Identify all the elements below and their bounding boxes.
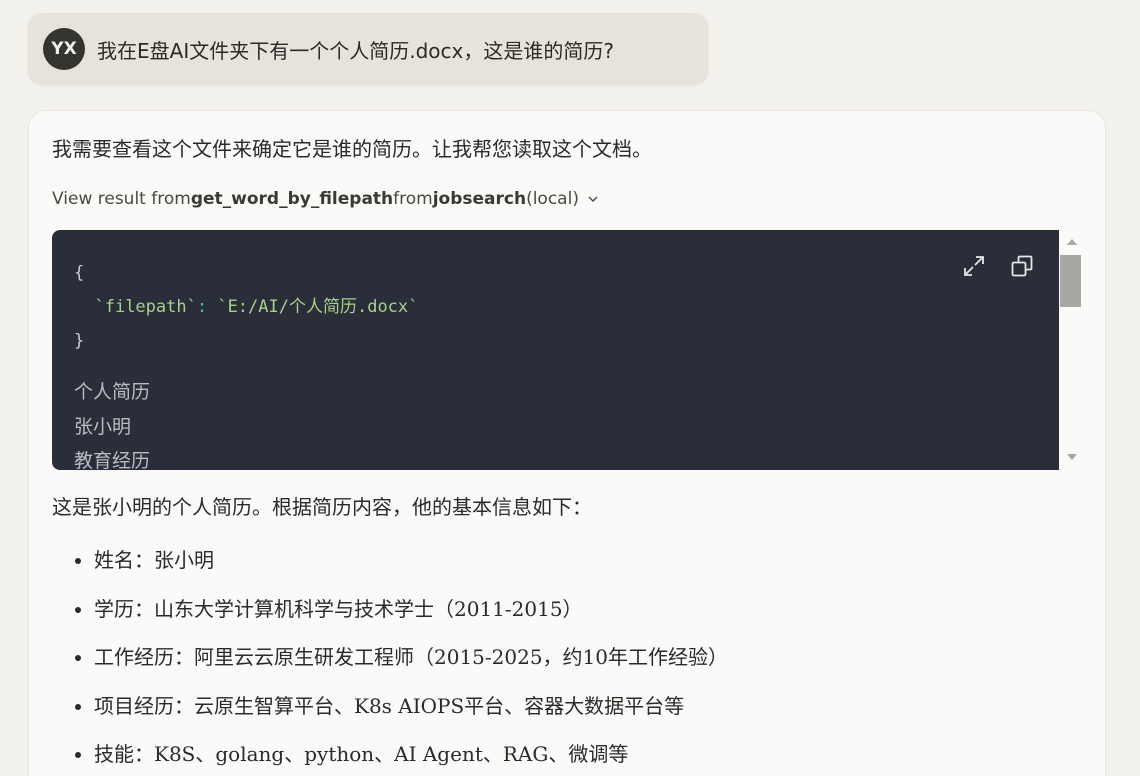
- scroll-thumb[interactable]: [1060, 255, 1081, 307]
- list-item: 项目经历：云原生智算平台、K8s AIOPS平台、容器大数据平台等: [52, 682, 728, 731]
- expand-button[interactable]: [960, 252, 988, 280]
- scroll-down-arrow-icon[interactable]: [1066, 452, 1078, 462]
- code-key: `filepath`: [94, 297, 197, 317]
- tool-prefix: View result from: [52, 189, 191, 209]
- code-open-brace: {: [74, 263, 85, 283]
- list-item: 姓名：张小明: [52, 536, 728, 585]
- user-avatar[interactable]: YX: [43, 28, 85, 70]
- code-colon: :: [196, 297, 218, 317]
- tool-suffix: (local): [526, 189, 579, 209]
- chevron-down-icon[interactable]: [587, 193, 599, 205]
- result-line: 教育经历: [74, 450, 151, 470]
- copy-icon: [1011, 255, 1033, 277]
- info-list: 姓名：张小明 学历：山东大学计算机科学与技术学士（2011-2015） 工作经历…: [52, 536, 728, 776]
- tool-middle: from: [393, 189, 433, 209]
- expand-icon: [964, 256, 984, 276]
- tool-name: get_word_by_filepath: [190, 189, 394, 209]
- copy-button[interactable]: [1008, 252, 1036, 280]
- assistant-message: 我需要查看这个文件来确定它是谁的简历。让我帮您读取这个文档。 View resu…: [28, 110, 1106, 776]
- list-item: 学历：山东大学计算机科学与技术学士（2011-2015）: [52, 585, 728, 634]
- user-message-text: 我在E盘AI文件夹下有一个个人简历.docx，这是谁的简历?: [97, 38, 614, 63]
- tool-server: jobsearch: [432, 189, 527, 209]
- scroll-up-arrow-icon[interactable]: [1066, 237, 1078, 247]
- assistant-intro-text: 我需要查看这个文件来确定它是谁的简历。让我帮您读取这个文档。: [52, 137, 652, 161]
- summary-text: 这是张小明的个人简历。根据简历内容，他的基本信息如下：: [52, 495, 592, 519]
- user-message-bubble: YX 我在E盘AI文件夹下有一个个人简历.docx，这是谁的简历?: [28, 13, 708, 85]
- result-text: 个人简历 张小明 教育经历: [74, 375, 150, 470]
- result-scrollbar[interactable]: [1059, 230, 1085, 470]
- tool-result-toggle[interactable]: View result from get_word_by_filepath fr…: [52, 189, 599, 209]
- tool-result-panel: { `filepath`: `E:/AI/个人简历.docx` } 个人简历 张…: [52, 230, 1059, 470]
- list-item: 技能：K8S、golang、python、AI Agent、RAG、微调等: [52, 730, 728, 776]
- code-close-brace: }: [74, 331, 85, 351]
- code-block: { `filepath`: `E:/AI/个人简历.docx` }: [74, 256, 418, 358]
- code-value: `E:/AI/个人简历.docx`: [217, 297, 419, 317]
- result-line: 个人简历: [74, 381, 151, 403]
- result-line: 张小明: [74, 415, 132, 438]
- list-item: 工作经历：阿里云云原生研发工程师（2015-2025，约10年工作经验）: [52, 633, 728, 682]
